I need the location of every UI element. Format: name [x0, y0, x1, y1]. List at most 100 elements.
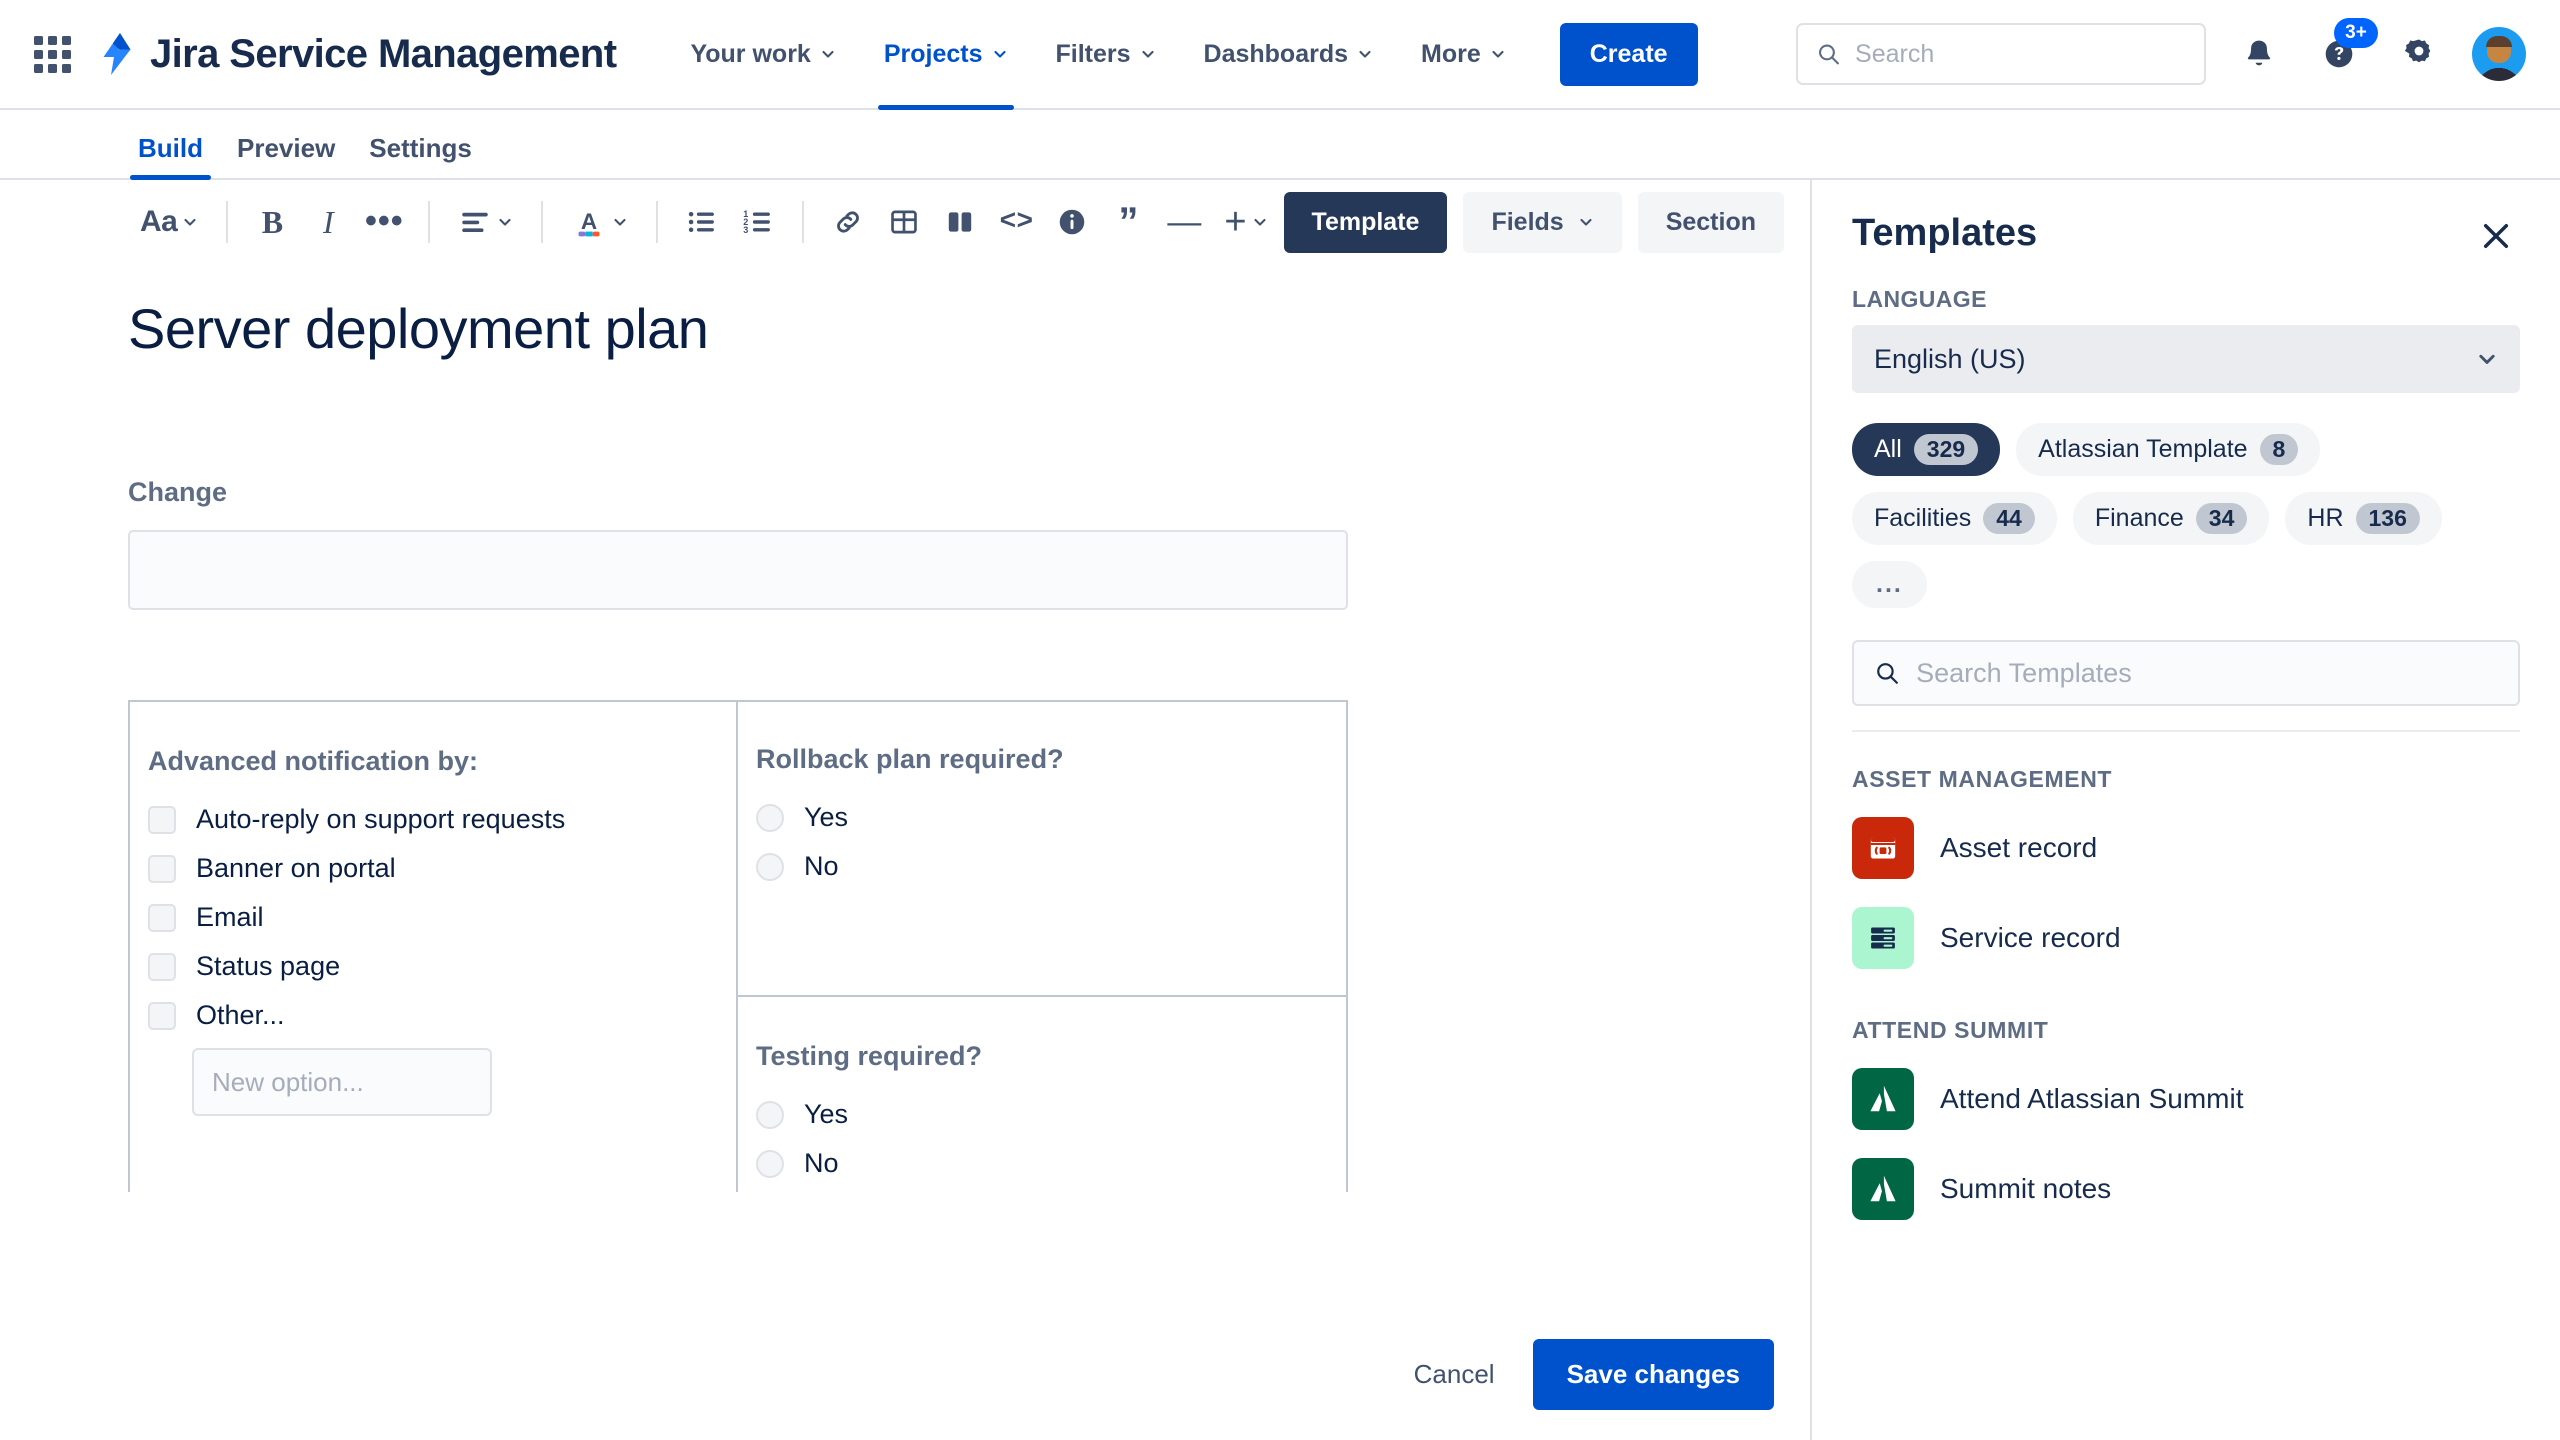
- settings-button[interactable]: [2392, 27, 2446, 81]
- radio-option[interactable]: Yes: [756, 797, 1346, 838]
- insert-more-dropdown[interactable]: +: [1212, 194, 1279, 250]
- italic-button[interactable]: I: [300, 194, 356, 250]
- segment-fields[interactable]: Fields: [1463, 191, 1622, 253]
- avatar[interactable]: [2472, 27, 2526, 81]
- text-color-dropdown[interactable]: A: [559, 194, 640, 250]
- change-field[interactable]: [128, 530, 1348, 610]
- segment-template[interactable]: Template: [1283, 191, 1448, 253]
- numbered-list-button[interactable]: 123: [730, 194, 786, 250]
- checkbox-option[interactable]: Banner on portal: [148, 848, 736, 889]
- checkbox-icon[interactable]: [148, 805, 176, 834]
- templates-search-input[interactable]: [1916, 657, 2498, 689]
- radio-option[interactable]: No: [756, 846, 1346, 887]
- more-formatting-label: •••: [365, 202, 404, 241]
- table-icon: [891, 210, 918, 234]
- tab-preview[interactable]: Preview: [229, 133, 343, 178]
- checkbox-icon[interactable]: [148, 854, 176, 883]
- template-group-label-attend-summit: ATTEND SUMMIT: [1852, 1017, 2049, 1043]
- nav-item-your-work[interactable]: Your work: [668, 0, 857, 108]
- cancel-button[interactable]: Cancel: [1390, 1341, 1519, 1408]
- checkbox-icon[interactable]: [148, 952, 176, 981]
- chip-finance[interactable]: Finance 34: [2072, 492, 2270, 545]
- templates-search[interactable]: [1852, 640, 2520, 706]
- segment-section[interactable]: Section: [1637, 191, 1784, 253]
- product-home-link[interactable]: Jira Service Management: [98, 31, 617, 77]
- new-option-field[interactable]: [192, 1048, 492, 1116]
- nav-item-dashboards[interactable]: Dashboards: [1182, 0, 1395, 108]
- radio-icon[interactable]: [756, 1149, 784, 1178]
- app-switcher-grid-icon[interactable]: [30, 32, 74, 76]
- text-color-icon: A: [578, 209, 600, 237]
- more-formatting-button[interactable]: •••: [356, 194, 412, 250]
- code-button[interactable]: <>: [988, 194, 1044, 250]
- text-align-dropdown[interactable]: [446, 194, 525, 250]
- chip-more-categories[interactable]: ...: [1852, 561, 1927, 608]
- help-notification-badge: 3+: [2334, 18, 2378, 48]
- radio-option[interactable]: Yes: [756, 1094, 1346, 1135]
- nav-item-label: Projects: [883, 39, 983, 68]
- radio-icon[interactable]: [756, 852, 784, 881]
- template-item-attend-atlassian-summit[interactable]: Attend Atlassian Summit: [1852, 1054, 2520, 1144]
- product-name: Jira Service Management: [150, 31, 617, 76]
- global-search[interactable]: [1796, 23, 2206, 85]
- bullet-list-button[interactable]: [674, 194, 730, 250]
- chip-label: Finance: [2094, 504, 2184, 532]
- blockquote-button[interactable]: ”: [1100, 194, 1156, 250]
- chip-facilities[interactable]: Facilities 44: [1852, 492, 2057, 545]
- info-panel-button[interactable]: [1044, 194, 1100, 250]
- template-name: Asset record: [1940, 832, 2098, 863]
- save-changes-button[interactable]: Save changes: [1532, 1339, 1774, 1410]
- template-name: Attend Atlassian Summit: [1940, 1083, 2244, 1114]
- chevron-down-icon: [1580, 218, 1592, 226]
- chip-atlassian-template[interactable]: Atlassian Template 8: [2016, 423, 2321, 476]
- chip-hr[interactable]: HR 136: [2285, 492, 2442, 545]
- checkbox-label: Status page: [196, 951, 341, 981]
- create-button[interactable]: Create: [1559, 22, 1698, 86]
- text-style-dropdown[interactable]: Aa: [128, 194, 210, 250]
- checkbox-option[interactable]: Other...: [148, 995, 736, 1036]
- help-button[interactable]: 3+: [2312, 18, 2378, 81]
- checkbox-option[interactable]: Status page: [148, 946, 736, 987]
- radio-option[interactable]: No: [756, 1143, 1346, 1184]
- radio-icon[interactable]: [756, 803, 784, 832]
- nav-item-label: More: [1421, 39, 1481, 68]
- template-item-asset-record[interactable]: Asset record: [1852, 803, 2520, 893]
- checkbox-icon[interactable]: [148, 903, 176, 932]
- new-option-input[interactable]: [194, 1050, 490, 1114]
- chip-label: Facilities: [1874, 504, 1972, 532]
- top-navigation-bar: Jira Service Management Your work Projec…: [0, 0, 2560, 110]
- notifications-button[interactable]: [2232, 27, 2286, 81]
- checkbox-option[interactable]: Auto-reply on support requests: [148, 799, 736, 840]
- nav-item-more[interactable]: More: [1399, 0, 1528, 108]
- template-item-service-record[interactable]: Service record: [1852, 893, 2520, 983]
- change-input[interactable]: [130, 532, 1346, 608]
- table-button[interactable]: [876, 194, 932, 250]
- rollback-plan-cell: Rollback plan required? Yes No: [738, 702, 1346, 967]
- chip-count: 34: [2195, 503, 2248, 534]
- radio-label: No: [804, 1148, 839, 1178]
- tab-label: Settings: [369, 133, 472, 163]
- bold-label: B: [261, 203, 284, 240]
- chevron-down-icon: [184, 218, 196, 226]
- nav-item-projects[interactable]: Projects: [862, 0, 1030, 110]
- checkbox-icon[interactable]: [148, 1001, 176, 1030]
- templates-panel-title: Templates: [1852, 212, 2038, 254]
- template-item-summit-notes[interactable]: Summit notes: [1852, 1144, 2520, 1234]
- checkbox-option[interactable]: Email: [148, 897, 736, 938]
- close-panel-button[interactable]: [2472, 212, 2520, 260]
- segment-label: Section: [1665, 207, 1756, 236]
- tab-settings[interactable]: Settings: [361, 133, 480, 178]
- close-icon: [2483, 223, 2509, 249]
- chevron-down-icon: [499, 218, 511, 226]
- radio-icon[interactable]: [756, 1100, 784, 1129]
- nav-item-filters[interactable]: Filters: [1034, 0, 1178, 108]
- link-button[interactable]: [820, 194, 876, 250]
- language-select[interactable]: English (US): [1852, 325, 2520, 393]
- chip-all[interactable]: All 329: [1852, 423, 2001, 476]
- tab-build[interactable]: Build: [130, 133, 211, 180]
- bold-button[interactable]: B: [244, 194, 300, 250]
- search-input[interactable]: [1855, 39, 2186, 69]
- divider-button[interactable]: —: [1156, 194, 1212, 250]
- template-document-canvas[interactable]: Server deployment plan Change Advanced n…: [0, 264, 1810, 1440]
- layout-button[interactable]: [932, 194, 988, 250]
